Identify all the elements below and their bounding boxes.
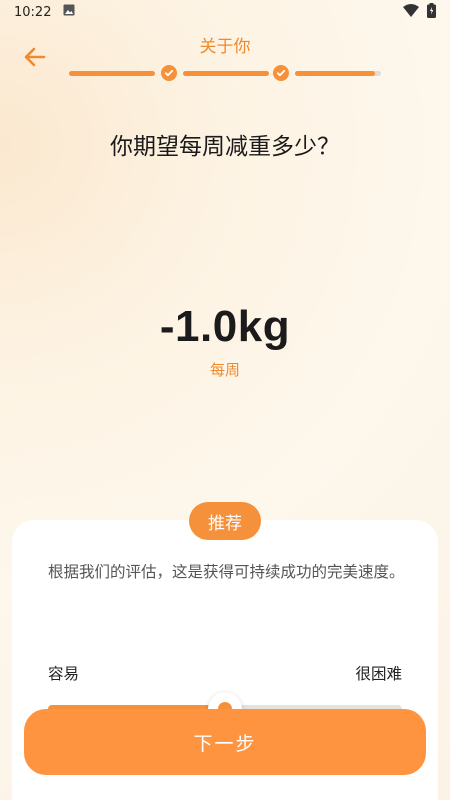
page-title: 关于你 — [199, 37, 251, 57]
image-icon — [63, 4, 75, 20]
step-check-icon — [273, 65, 289, 81]
easy-label: 容易 — [48, 665, 80, 683]
step-progress — [69, 65, 381, 81]
progress-segment-3 — [295, 71, 381, 76]
status-time: 10:22 — [14, 4, 52, 20]
wifi-icon — [403, 3, 419, 21]
battery-icon — [427, 2, 436, 22]
recommended-badge: 推荐 — [189, 502, 261, 540]
progress-segment-3-fill — [295, 71, 375, 76]
progress-segment-1 — [69, 71, 155, 76]
hard-label: 很困难 — [355, 665, 402, 683]
next-button[interactable]: 下一步 — [24, 709, 426, 775]
selected-value: -1.0kg — [159, 302, 291, 351]
question-heading: 你期望每周减重多少？ — [110, 134, 340, 160]
step-check-icon — [161, 65, 177, 81]
value-unit: 每周 — [209, 361, 240, 379]
progress-segment-2 — [183, 71, 269, 76]
status-icons — [403, 2, 436, 22]
recommendation-description: 根据我们的评估，这是获得可持续成功的完美速度。 — [48, 563, 405, 581]
status-bar: 10:22 — [0, 0, 450, 24]
